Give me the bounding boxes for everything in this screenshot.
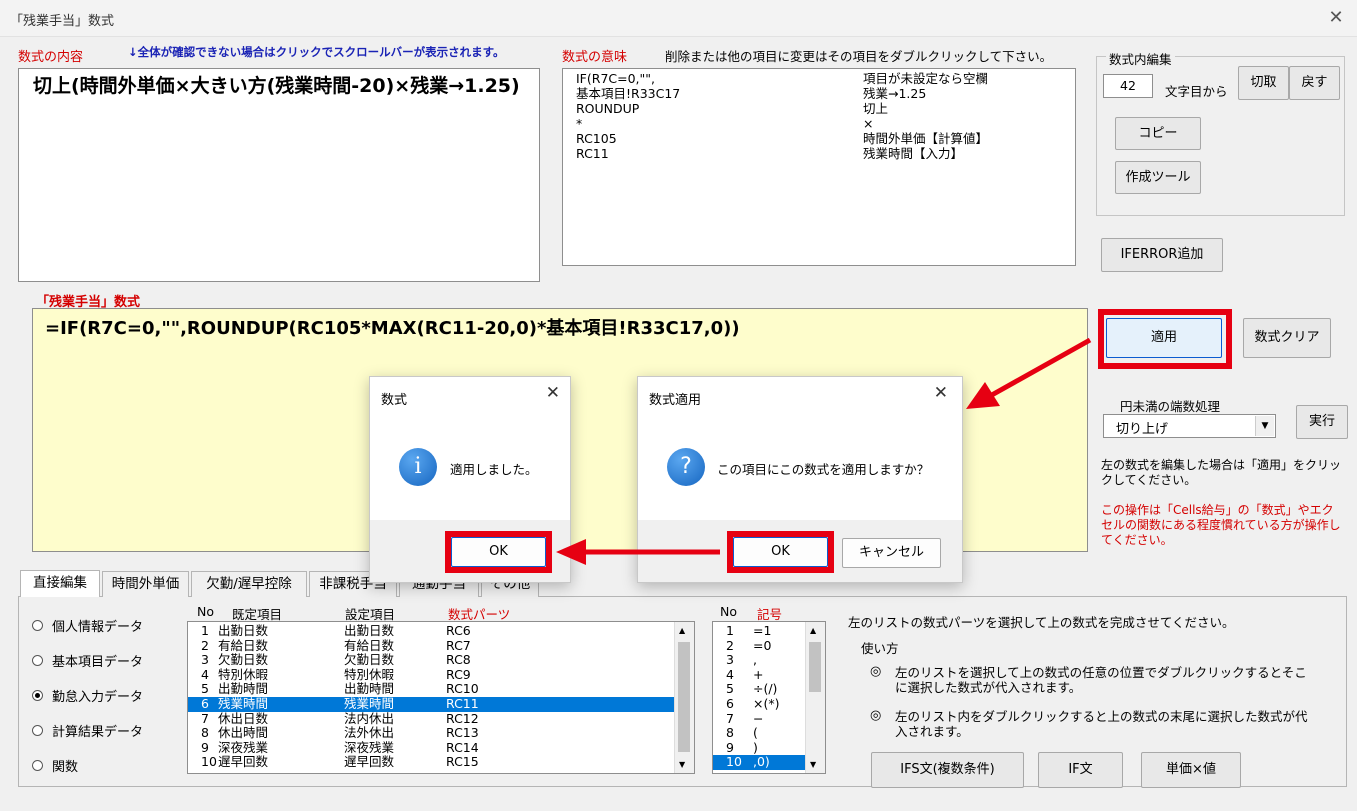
annotation-arrows	[556, 337, 1092, 565]
arrow-apply-to-confirm	[966, 337, 1092, 409]
arrow-confirm-to-ok	[556, 539, 720, 565]
